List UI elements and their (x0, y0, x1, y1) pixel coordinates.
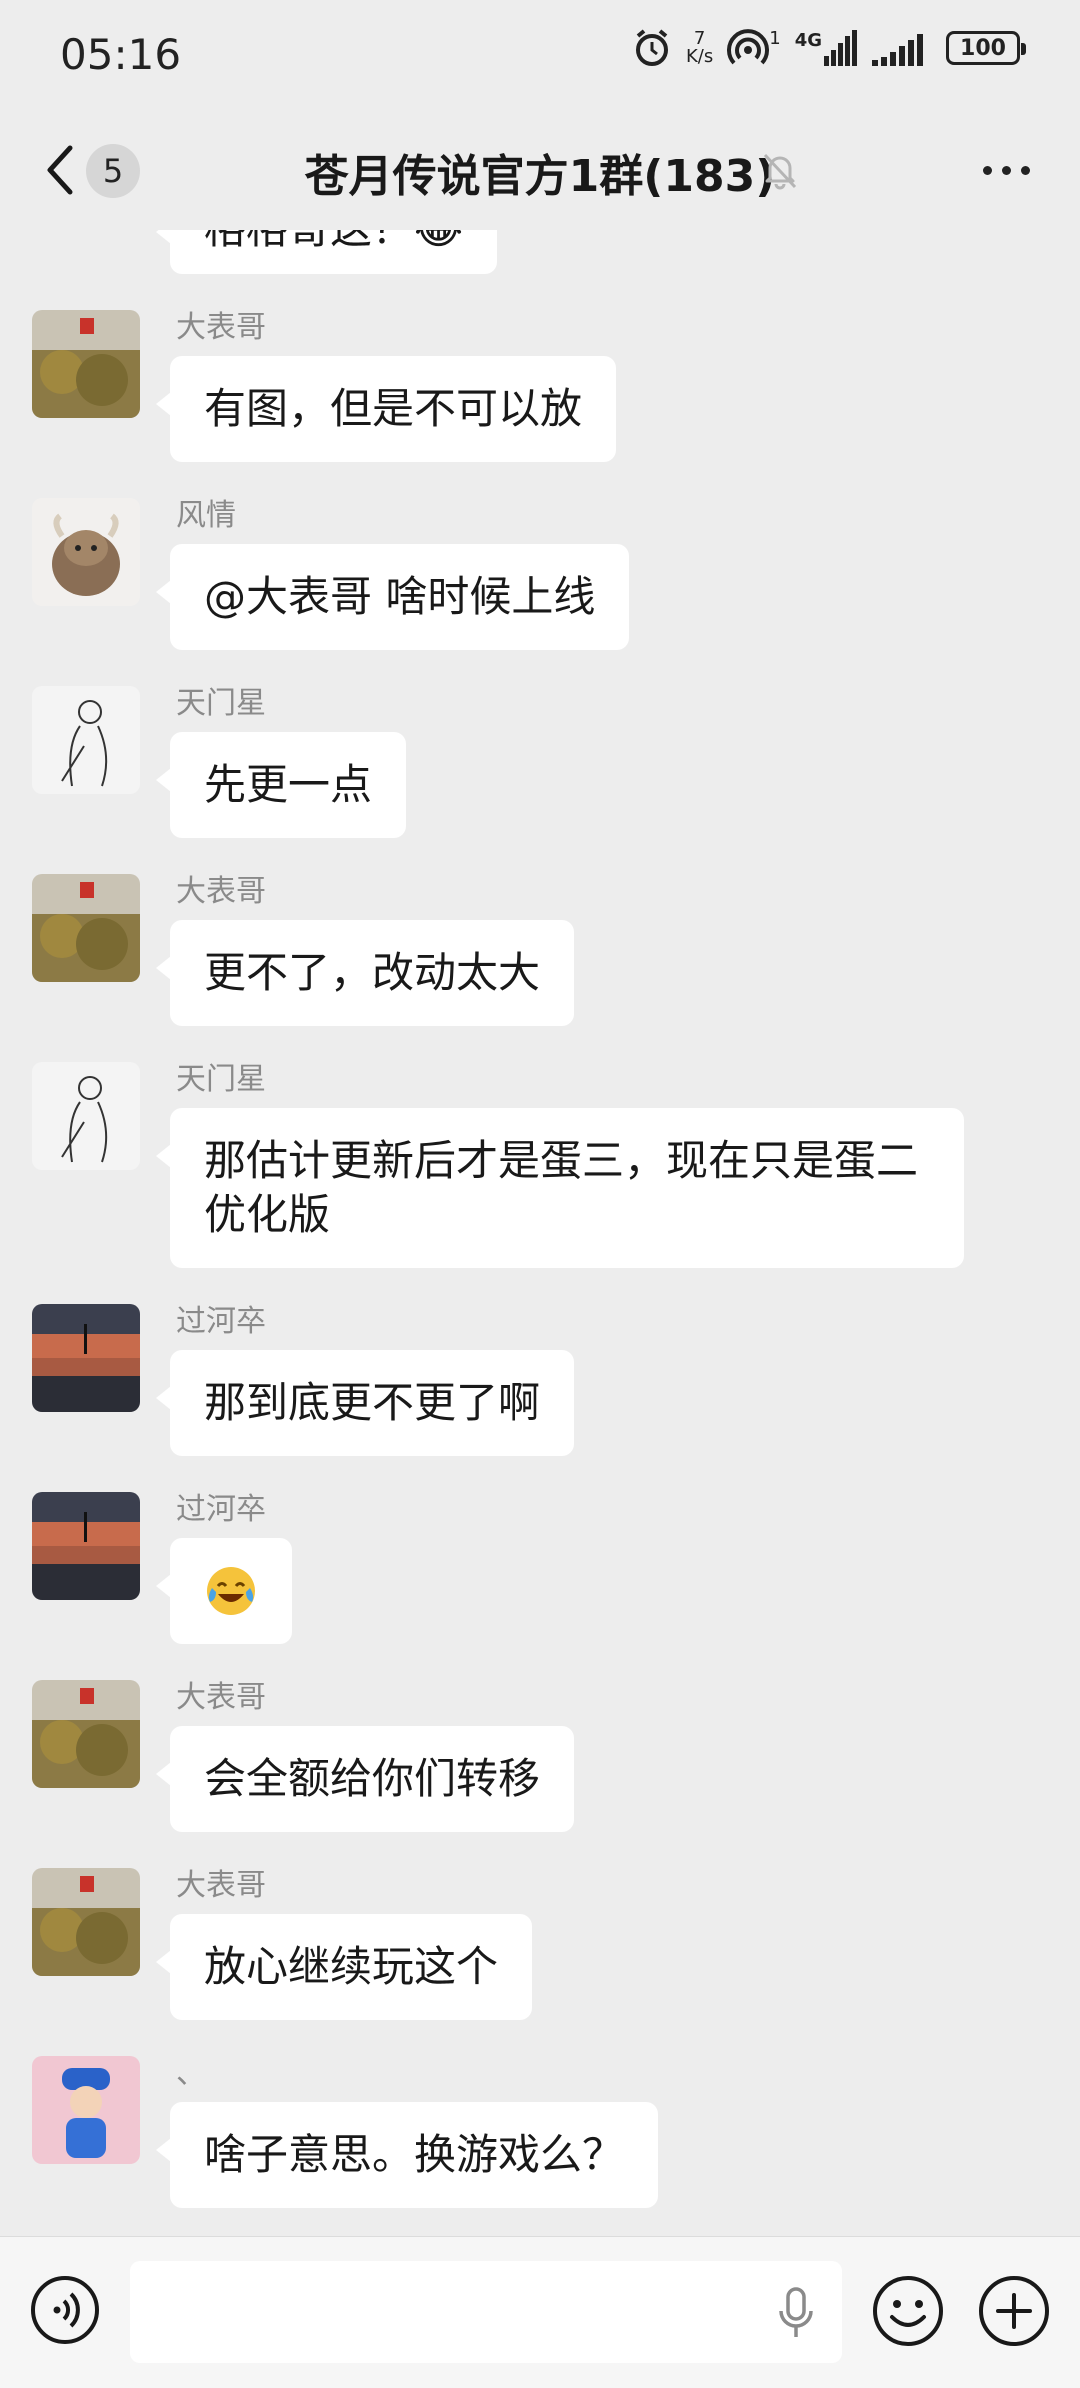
message-text: 那估计更新后才是蛋三，现在只是蛋二优化版 (204, 1136, 919, 1239)
message-bubble[interactable]: 放心继续玩这个 (155, 1914, 533, 2020)
emoji-button-icon[interactable] (872, 2275, 944, 2347)
sender-name: 天门星 (176, 686, 266, 721)
message-bubble[interactable]: 先更一点 (155, 732, 407, 838)
emoji-message-bubble[interactable] (156, 1538, 292, 1644)
partial-message-text: 格格哥这？😂 (204, 230, 463, 253)
status-icons: 7 K/s 1 4G 100 (632, 28, 1026, 68)
network-type: 4G (794, 30, 822, 51)
message-input[interactable] (130, 2261, 842, 2363)
chat-title[interactable]: 苍月传说官方1群(183) (0, 140, 1080, 204)
sender-name: 大表哥 (176, 310, 266, 345)
signal-4g: 4G (795, 30, 858, 66)
rock-plant-avatar[interactable] (32, 1868, 140, 1976)
more-options-icon[interactable] (983, 166, 1030, 175)
signal-bars-secondary-icon (872, 34, 923, 66)
message-text: 放心继续玩这个 (204, 1942, 499, 1991)
message-bubble[interactable]: 那到底更不更了啊 (155, 1350, 575, 1456)
sender-name: 过河卒 (176, 1492, 266, 1527)
signal-bars-icon (824, 30, 857, 66)
sunset-avatar[interactable] (32, 1492, 140, 1600)
message-bubble[interactable]: 那估计更新后才是蛋三，现在只是蛋二优化版 (156, 1108, 964, 1268)
rock-plant-avatar[interactable] (32, 874, 140, 982)
battery-indicator: 100 (946, 31, 1026, 65)
status-bar: 05:16 7 K/s 1 4G 100 (0, 0, 1080, 110)
status-time: 05:16 (60, 30, 182, 79)
message-text: 有图，但是不可以放 (204, 384, 583, 433)
sender-name: 风情 (176, 498, 236, 533)
message-text: 会全额给你们转移 (204, 1754, 541, 1803)
sender-name: 大表哥 (176, 1868, 266, 1903)
battery-level: 100 (960, 35, 1006, 61)
sender-name: 大表哥 (176, 874, 266, 909)
message-text: 那到底更不更了啊 (204, 1378, 541, 1427)
voice-input-toggle-icon[interactable] (30, 2275, 100, 2345)
sender-name: 过河卒 (176, 1304, 266, 1339)
message-bubble[interactable]: @大表哥 啥时候上线 (155, 544, 630, 650)
tears-of-joy-emoji-icon (207, 1567, 255, 1615)
sender-name: 天门星 (176, 1062, 266, 1097)
message-text: @大表哥 啥时候上线 (204, 572, 596, 621)
sender-name: 、 (176, 2056, 206, 2091)
partial-message-bubble[interactable]: 格格哥这？😂 (155, 230, 498, 274)
sketch-avatar[interactable] (32, 686, 140, 794)
blue-cap-avatar[interactable] (32, 2056, 140, 2164)
hotspot-count: 1 (769, 28, 781, 49)
sketch-avatar[interactable] (32, 1062, 140, 1170)
net-speed-unit: K/s (685, 46, 714, 67)
message-text: 先更一点 (204, 760, 373, 809)
rock-plant-avatar[interactable] (32, 1680, 140, 1788)
sender-name: 大表哥 (176, 1680, 266, 1715)
message-bubble[interactable]: 会全额给你们转移 (155, 1726, 575, 1832)
message-text: 更不了，改动太大 (204, 948, 541, 997)
add-attachment-icon[interactable] (978, 2275, 1050, 2347)
hotspot-indicator: 1 (727, 28, 781, 68)
sunset-avatar[interactable] (32, 1304, 140, 1412)
chat-input-bar (0, 2236, 1080, 2388)
message-list[interactable]: 格格哥这？😂 大表哥 有图，但是不可以放 风情 @大表哥 啥时候上线 天门星 先… (0, 230, 1080, 2236)
message-text: 啥子意思。换游戏么？ (204, 2130, 625, 2179)
alarm-icon (635, 29, 668, 66)
net-speed: 7 K/s (686, 30, 713, 66)
rock-plant-avatar[interactable] (32, 310, 140, 418)
chat-header: 5 苍月传说官方1群(183) (0, 110, 1080, 230)
yak-avatar[interactable] (32, 498, 140, 606)
message-bubble[interactable]: 啥子意思。换游戏么？ (155, 2102, 659, 2208)
hotspot-icon (727, 29, 770, 65)
microphone-icon[interactable] (776, 2285, 816, 2341)
message-bubble[interactable]: 更不了，改动太大 (155, 920, 575, 1026)
message-bubble[interactable]: 有图，但是不可以放 (155, 356, 617, 462)
muted-bell-icon (763, 153, 797, 190)
